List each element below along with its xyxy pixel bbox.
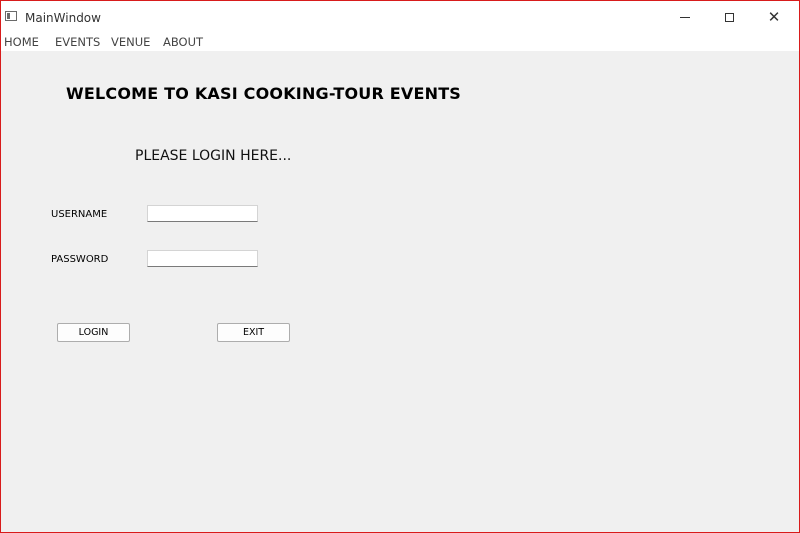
maximize-button[interactable] [706,1,752,33]
password-label: PASSWORD [51,254,109,265]
menu-item-home[interactable]: HOME [4,35,39,49]
menu-item-about[interactable]: ABOUT [163,35,203,49]
maximize-icon [724,12,734,22]
title-bar[interactable]: MainWindow ✕ [1,1,799,33]
minimize-icon [680,16,690,18]
login-button[interactable]: LOGIN [57,323,130,342]
username-label: USERNAME [51,209,108,220]
username-input[interactable] [147,205,258,222]
menu-item-events[interactable]: EVENTS [55,35,100,49]
main-window: MainWindow ✕ HOME EVENTS VENUE ABOUT WEL… [0,0,800,533]
menu-item-venue[interactable]: VENUE [111,35,150,49]
welcome-heading: WELCOME TO KASI COOKING-TOUR EVENTS [66,84,462,103]
close-icon: ✕ [767,7,781,26]
menu-bar: HOME EVENTS VENUE ABOUT [1,33,799,51]
window-title: MainWindow [25,11,101,25]
exit-button[interactable]: EXIT [217,323,290,342]
minimize-button[interactable] [662,1,708,33]
close-button[interactable]: ✕ [751,1,797,33]
password-input[interactable] [147,250,258,267]
login-prompt: PLEASE LOGIN HERE... [135,148,292,164]
window-app-icon [5,11,17,21]
